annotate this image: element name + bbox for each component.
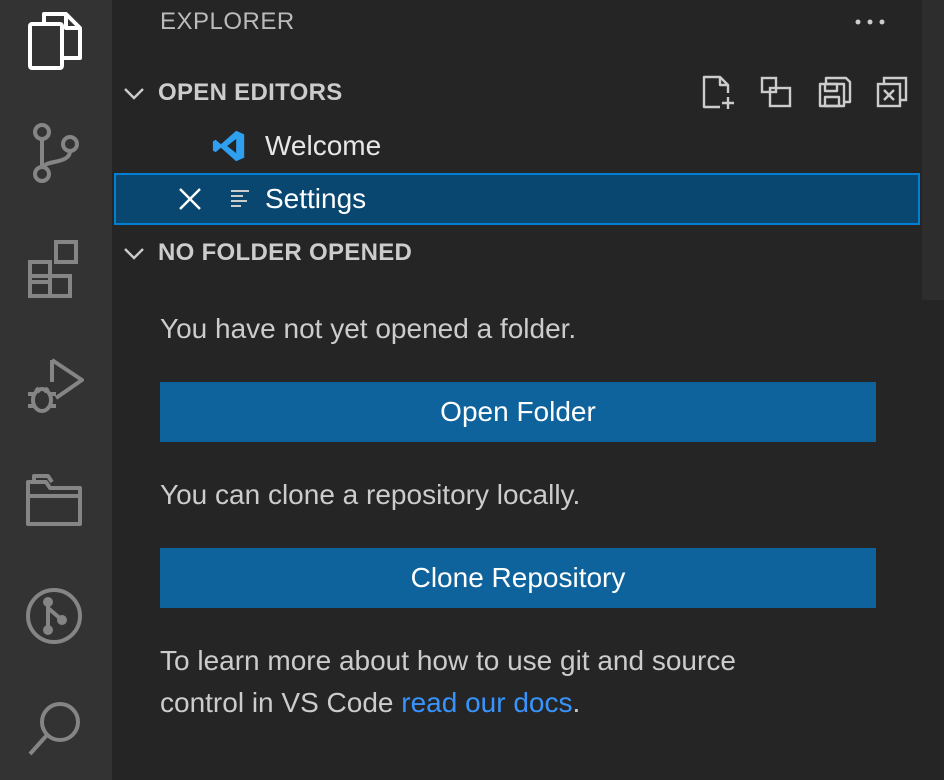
editor-label-settings: Settings — [265, 183, 367, 214]
extensions-icon[interactable] — [16, 230, 92, 306]
git-graph-icon[interactable] — [16, 578, 92, 654]
no-folder-opened-label: NO FOLDER OPENED — [158, 239, 413, 266]
open-editors-header[interactable]: OPEN EDITORS — [112, 71, 922, 115]
read-docs-link[interactable]: read our docs — [401, 687, 572, 718]
new-untitled-file-icon[interactable] — [698, 72, 738, 112]
close-all-icon[interactable] — [872, 72, 912, 112]
no-folder-message: You have not yet opened a folder. — [160, 313, 577, 344]
editor-label-welcome: Welcome — [265, 130, 382, 161]
chevron-down-icon — [124, 248, 144, 260]
learn-more-line1: To learn more about how to use git and s… — [160, 645, 736, 676]
explorer-title: EXPLORER — [160, 8, 295, 35]
run-debug-icon[interactable] — [16, 346, 92, 422]
clone-message: You can clone a repository locally. — [160, 479, 581, 510]
settings-file-icon — [224, 182, 258, 216]
open-editor-welcome[interactable]: Welcome — [112, 120, 922, 172]
save-all-icon[interactable] — [814, 72, 854, 112]
chevron-down-icon — [124, 88, 144, 100]
remote-explorer-icon[interactable] — [16, 462, 92, 538]
explorer-sidebar: EXPLORER OPEN EDITORS Welcome Settings N… — [112, 0, 922, 780]
scrollbar-track — [922, 300, 944, 780]
scrollbar-thumb[interactable] — [922, 0, 944, 300]
clone-repository-button[interactable]: Clone Repository — [160, 548, 876, 608]
no-folder-opened-header[interactable]: NO FOLDER OPENED — [112, 231, 922, 275]
learn-more-suffix: . — [572, 687, 581, 718]
learn-more-prefix: control in VS Code — [160, 687, 402, 718]
files-icon[interactable] — [16, 2, 92, 78]
toggle-vertical-layout-icon[interactable] — [756, 72, 796, 112]
search-icon[interactable] — [16, 690, 92, 766]
open-folder-button[interactable]: Open Folder — [160, 382, 876, 442]
close-icon[interactable] — [176, 185, 204, 213]
more-actions-icon[interactable] — [850, 2, 890, 42]
open-editor-settings[interactable]: Settings — [114, 173, 920, 225]
open-editors-label: OPEN EDITORS — [158, 79, 343, 106]
source-control-icon[interactable] — [16, 114, 92, 190]
vscode-logo-icon — [212, 129, 246, 163]
activity-bar — [0, 0, 112, 780]
learn-more-message: To learn more about how to use git and s… — [160, 640, 736, 724]
learn-more-line2: control in VS Code read our docs. — [160, 682, 736, 724]
